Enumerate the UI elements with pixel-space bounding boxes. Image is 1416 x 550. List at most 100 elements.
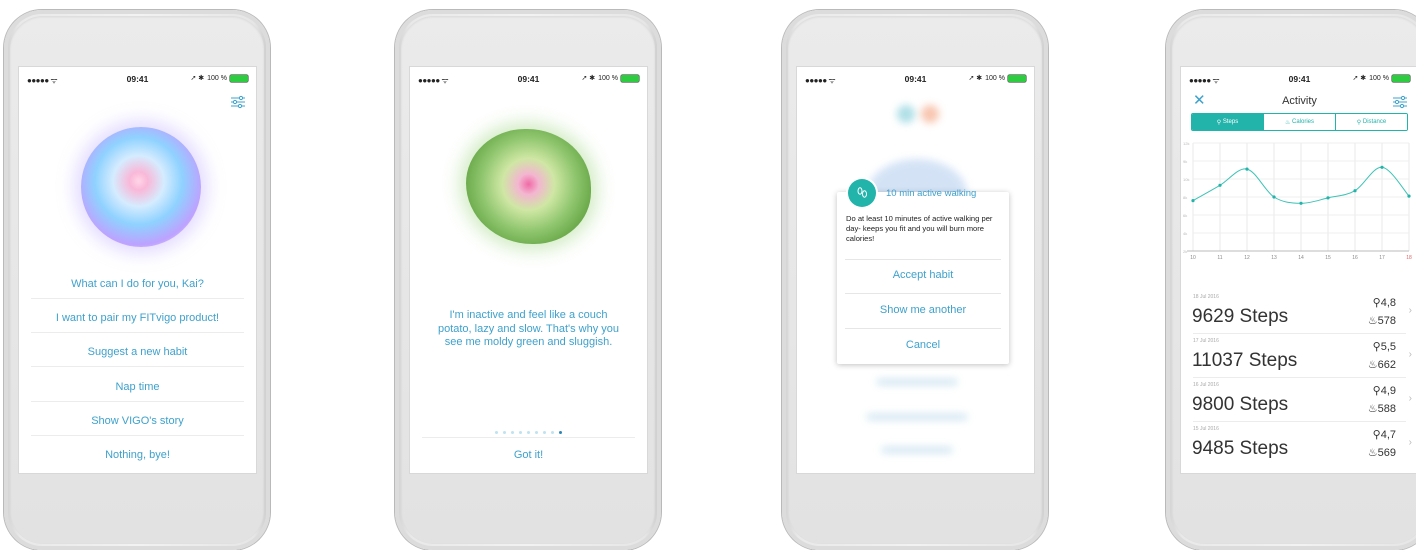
metric-tabs: ⚲ Steps ♨ Calories ⚲ Distance (1191, 113, 1408, 131)
data-point[interactable] (1326, 196, 1330, 200)
divider (31, 332, 244, 333)
row-distance: ⚲4,9 (1372, 385, 1396, 397)
vigo-mood-screen: ●●●●● ᯤ 09:41 ➚ ✱ 100 % I'm inactive and… (410, 67, 647, 473)
row-distance: ⚲4,8 (1372, 297, 1396, 309)
divider (31, 366, 244, 367)
menu-nothing-bye[interactable]: Nothing, bye! (19, 449, 256, 461)
row-steps: 9485 Steps (1192, 438, 1289, 459)
vigo-message: I'm inactive and feel like a couch potat… (437, 309, 620, 348)
divider (845, 328, 1001, 329)
row-date: 15 Jul 2016 (1193, 426, 1219, 432)
x-tick-label: 17 (1379, 255, 1385, 261)
battery-status: ➚ ✱ 100 % (1352, 74, 1410, 82)
x-tick-label: 13 (1271, 255, 1277, 261)
x-tick-label: 16 (1352, 255, 1358, 261)
phone-frame-1: ●●●●● ᯤ 09:41 ➚ ✱ 100 % What can I do fo… (4, 10, 270, 550)
settings-sliders-icon[interactable] (1392, 95, 1408, 109)
x-tick-label: 14 (1298, 255, 1304, 261)
tab-calories[interactable]: ♨ Calories (1263, 114, 1335, 130)
row-distance: ⚲5,5 (1372, 341, 1396, 353)
prompt-text: What can I do for you, Kai? (71, 278, 204, 290)
y-tick-label: 9k (1183, 159, 1187, 164)
chevron-right-icon: › (1408, 349, 1412, 360)
vigo-orb-happy (81, 127, 201, 247)
phone-frame-2: ●●●●● ᯤ 09:41 ➚ ✱ 100 % I'm inactive and… (395, 10, 661, 550)
row-date: 17 Jul 2016 (1193, 338, 1219, 344)
row-calories: ♨578 (1367, 315, 1396, 327)
walking-habit-icon (848, 179, 876, 207)
suggest-habit-screen: ●●●●● ᯤ 09:41 ➚ ✱ 100 % 10 min active wa… (797, 67, 1034, 473)
battery-icon (1392, 74, 1410, 82)
row-date: 16 Jul 2016 (1193, 382, 1219, 388)
data-point[interactable] (1299, 201, 1303, 205)
row-steps: 9629 Steps (1192, 306, 1289, 327)
data-point[interactable] (1218, 183, 1222, 187)
activity-screen: ●●●●● ᯤ 09:41 ➚ ✱ 100 % ✕ Activity ⚲ Ste… (1181, 67, 1416, 473)
battery-icon (230, 74, 248, 82)
data-point[interactable] (1191, 199, 1195, 203)
x-tick-label: 12 (1244, 255, 1250, 261)
dialog-title: 10 min active walking (886, 188, 977, 199)
menu-vigo-story[interactable]: Show VIGO's story (19, 415, 256, 427)
menu-nap-time[interactable]: Nap time (19, 381, 256, 393)
habit-dialog: 10 min active walking Do at least 10 min… (837, 179, 1009, 364)
shoe-icon: ⚲ (1372, 297, 1381, 309)
divider (31, 435, 244, 436)
flame-icon: ♨ (1367, 403, 1378, 415)
y-tick-label: 6k (1183, 213, 1187, 218)
battery-status: ➚ ✱ 100 % (581, 74, 639, 82)
settings-sliders-icon[interactable] (230, 95, 246, 109)
x-tick-label: 10 (1190, 255, 1196, 261)
menu-pair-product[interactable]: I want to pair my FITvigo product! (19, 312, 256, 324)
y-tick-label: 8k (1183, 195, 1187, 200)
divider (845, 293, 1001, 294)
row-calories: ♨588 (1367, 403, 1396, 415)
battery-icon (1008, 74, 1026, 82)
y-tick-label: 4k (1183, 231, 1187, 236)
status-bar: ●●●●● ᯤ 09:41 ➚ ✱ 100 % (797, 67, 1034, 91)
divider (845, 259, 1001, 260)
chevron-right-icon: › (1408, 393, 1412, 404)
row-calories: ♨569 (1367, 447, 1396, 459)
data-point[interactable] (1245, 167, 1249, 171)
show-another-button[interactable]: Show me another (837, 304, 1009, 316)
status-bar: ●●●●● ᯤ 09:41 ➚ ✱ 100 % (410, 67, 647, 91)
divider (31, 298, 244, 299)
data-point[interactable] (1353, 189, 1357, 193)
phone-frame-4: ●●●●● ᯤ 09:41 ➚ ✱ 100 % ✕ Activity ⚲ Ste… (1166, 10, 1416, 550)
data-point[interactable] (1380, 165, 1384, 169)
menu-suggest-habit[interactable]: Suggest a new habit (19, 346, 256, 358)
vigo-orb-sluggish (466, 129, 591, 244)
dialog-description: Do at least 10 minutes of active walking… (846, 214, 993, 243)
shoe-icon: ⚲ (1372, 341, 1381, 353)
data-point[interactable] (1272, 195, 1276, 199)
activity-row[interactable]: 17 Jul 2016 11037 Steps ⚲5,5 ♨662 › (1181, 334, 1416, 378)
activity-row[interactable]: 18 Jul 2016 9629 Steps ⚲4,8 ♨578 › (1181, 290, 1416, 334)
got-it-button[interactable]: Got it! (410, 449, 647, 461)
x-tick-label: 11 (1217, 255, 1222, 261)
activity-row[interactable]: 16 Jul 2016 9800 Steps ⚲4,9 ♨588 › (1181, 378, 1416, 422)
divider (31, 401, 244, 402)
status-bar: ●●●●● ᯤ 09:41 ➚ ✱ 100 % (1181, 67, 1416, 91)
cancel-button[interactable]: Cancel (837, 339, 1009, 351)
data-point[interactable] (1407, 194, 1411, 198)
battery-status: ➚ ✱ 100 % (968, 74, 1026, 82)
page-title: Activity (1282, 95, 1317, 107)
y-tick-label: 2k (1183, 249, 1187, 254)
flame-icon: ♨ (1367, 447, 1378, 459)
shoe-icon: ⚲ (1372, 385, 1381, 397)
phone-frame-3: ●●●●● ᯤ 09:41 ➚ ✱ 100 % 10 min active wa… (782, 10, 1048, 550)
accept-habit-button[interactable]: Accept habit (837, 269, 1009, 281)
row-distance: ⚲4,7 (1372, 429, 1396, 441)
chevron-right-icon: › (1408, 305, 1412, 316)
y-tick-label: 12k (1183, 141, 1189, 146)
tab-distance[interactable]: ⚲ Distance (1335, 114, 1407, 130)
row-steps: 11037 Steps (1192, 350, 1298, 371)
steps-line-chart: 12k 9k 10k 8k 6k 4k 2k10 11 12 13 14 15 16 17 18 (1183, 141, 1412, 261)
y-tick-label: 10k (1183, 177, 1189, 182)
shoe-icon: ⚲ (1372, 429, 1381, 441)
activity-row[interactable]: 15 Jul 2016 9485 Steps ⚲4,7 ♨569 › (1181, 422, 1416, 466)
chevron-right-icon: › (1408, 437, 1412, 448)
row-steps: 9800 Steps (1192, 394, 1289, 415)
tab-steps[interactable]: ⚲ Steps (1192, 114, 1263, 130)
